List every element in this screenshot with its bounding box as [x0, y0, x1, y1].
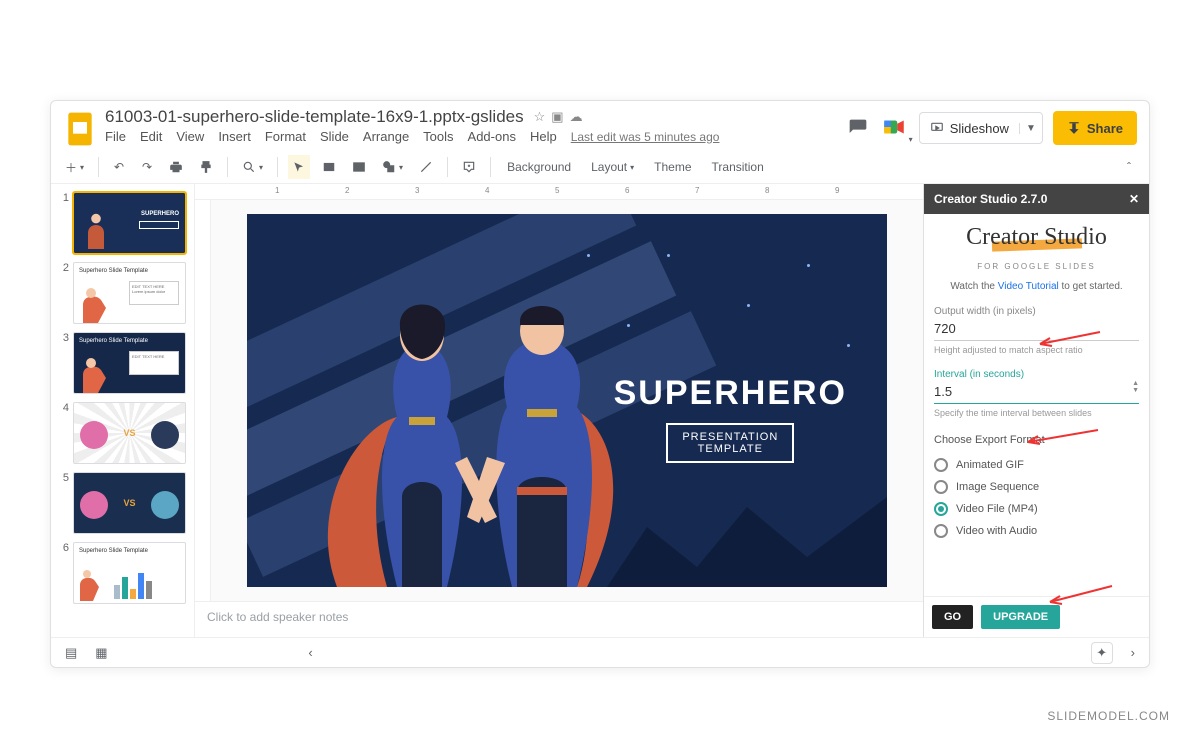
radio-image-sequence[interactable]: Image Sequence [934, 476, 1139, 498]
new-slide-button[interactable]: ＋ [61, 155, 88, 179]
output-width-input[interactable] [934, 317, 1139, 341]
thumb-slide-4[interactable]: VS [73, 402, 186, 464]
menu-file[interactable]: File [105, 129, 126, 144]
thumb-slide-5[interactable]: VS [73, 472, 186, 534]
bottom-bar: ▤ ▦ ‹ ✦ › [51, 637, 1149, 667]
undo-button[interactable]: ↶ [109, 155, 129, 179]
watch-tutorial-text: Watch the Video Tutorial to get started. [934, 281, 1139, 292]
slideshow-dropdown[interactable]: ▼ [1019, 123, 1042, 134]
speaker-notes[interactable]: Click to add speaker notes [195, 601, 923, 637]
last-edit-link[interactable]: Last edit was 5 minutes ago [571, 130, 720, 144]
output-width-label: Output width (in pixels) [934, 306, 1139, 317]
slide-title[interactable]: SUPERHERO [614, 374, 847, 413]
star-icon[interactable]: ☆ [534, 109, 546, 125]
menu-arrange[interactable]: Arrange [363, 129, 409, 144]
layout-button[interactable]: Layout [585, 155, 640, 179]
paint-format-button[interactable] [195, 155, 217, 179]
slide-title-block: SUPERHERO PRESENTATION TEMPLATE [614, 374, 847, 463]
grid-view-icon[interactable]: ▦ [95, 645, 107, 661]
upgrade-button[interactable]: UPGRADE [981, 605, 1060, 629]
document-title[interactable]: 61003-01-superhero-slide-template-16x9-1… [105, 107, 524, 127]
ruler-horizontal: 123456789 [195, 184, 923, 200]
radio-video-audio[interactable]: Video with Audio [934, 520, 1139, 542]
interval-stepper[interactable]: ▲▼ [1132, 380, 1139, 394]
slide-canvas[interactable]: SUPERHERO PRESENTATION TEMPLATE [247, 214, 887, 587]
hero-male-illustration [457, 287, 637, 587]
collapse-toolbar-icon[interactable]: ˆ [1119, 155, 1139, 179]
thumb-slide-3[interactable]: Superhero Slide Template EDIT TEXT HERE [73, 332, 186, 394]
move-to-folder-icon[interactable]: ▣ [551, 109, 563, 125]
slides-logo-icon [63, 107, 97, 151]
canvas-area: 123456789 [195, 184, 923, 637]
menu-bar: File Edit View Insert Format Slide Arran… [105, 129, 845, 144]
app-header: 61003-01-superhero-slide-template-16x9-1… [51, 101, 1149, 151]
radio-animated-gif[interactable]: Animated GIF [934, 454, 1139, 476]
export-format-label: Choose Export Format [934, 434, 1139, 446]
zoom-button[interactable] [238, 155, 267, 179]
menu-view[interactable]: View [176, 129, 204, 144]
ruler-vertical [195, 200, 211, 601]
explore-icon[interactable]: ✦ [1091, 642, 1113, 664]
shape-tool[interactable] [378, 155, 407, 179]
output-width-helper: Height adjusted to match aspect ratio [934, 345, 1139, 355]
menu-addons[interactable]: Add-ons [468, 129, 516, 144]
image-tool[interactable] [348, 155, 370, 179]
chevron-left-icon[interactable]: ‹ [308, 645, 312, 660]
video-tutorial-link[interactable]: Video Tutorial [998, 281, 1059, 292]
app-window: 61003-01-superhero-slide-template-16x9-1… [50, 100, 1150, 668]
meet-icon[interactable]: ▾ [881, 114, 909, 142]
sidebar-title: Creator Studio 2.7.0 [934, 192, 1047, 206]
menu-edit[interactable]: Edit [140, 129, 162, 144]
chevron-right-icon[interactable]: › [1131, 645, 1135, 660]
filmstrip-view-icon[interactable]: ▤ [65, 645, 77, 661]
redo-button[interactable]: ↷ [137, 155, 157, 179]
comment-tool[interactable] [458, 155, 480, 179]
thumb-slide-1[interactable]: SUPERHERO [73, 192, 186, 254]
slideshow-button[interactable]: Slideshow ▼ [919, 112, 1043, 144]
go-button[interactable]: GO [932, 605, 973, 629]
header-actions: ▾ Slideshow ▼ Share [845, 111, 1137, 145]
watermark: SLIDEMODEL.COM [1047, 709, 1170, 723]
radio-video-mp4[interactable]: Video File (MP4) [934, 498, 1139, 520]
textbox-tool[interactable] [318, 155, 340, 179]
workspace: 1 SUPERHERO 2 Superhero Slide Template E… [51, 184, 1149, 637]
menu-tools[interactable]: Tools [423, 129, 453, 144]
background-button[interactable]: Background [501, 155, 577, 179]
menu-help[interactable]: Help [530, 129, 557, 144]
select-tool[interactable] [288, 155, 310, 179]
close-icon[interactable]: ✕ [1129, 192, 1139, 206]
comments-icon[interactable] [845, 115, 871, 141]
interval-input[interactable] [934, 380, 1139, 404]
menu-insert[interactable]: Insert [218, 129, 251, 144]
thumb-slide-6[interactable]: Superhero Slide Template [73, 542, 186, 604]
interval-helper: Specify the time interval between slides [934, 408, 1139, 418]
interval-label: Interval (in seconds) [934, 369, 1139, 380]
slide-subtitle[interactable]: PRESENTATION TEMPLATE [666, 423, 794, 463]
slide-thumbnails: 1 SUPERHERO 2 Superhero Slide Template E… [51, 184, 195, 637]
line-tool[interactable] [415, 155, 437, 179]
menu-slide[interactable]: Slide [320, 129, 349, 144]
menu-format[interactable]: Format [265, 129, 306, 144]
transition-button[interactable]: Transition [706, 155, 770, 179]
print-button[interactable] [165, 155, 187, 179]
creator-studio-logo: Creator Studio [934, 224, 1139, 251]
thumb-slide-2[interactable]: Superhero Slide Template EDIT TEXT HEREL… [73, 262, 186, 324]
cloud-saved-icon: ☁ [570, 109, 583, 125]
share-button[interactable]: Share [1053, 111, 1137, 145]
toolbar: ＋ ↶ ↷ Background Layout Theme Transition… [51, 151, 1149, 184]
theme-button[interactable]: Theme [648, 155, 697, 179]
creator-studio-sidebar: Creator Studio 2.7.0 ✕ Creator Studio FO… [923, 184, 1149, 637]
